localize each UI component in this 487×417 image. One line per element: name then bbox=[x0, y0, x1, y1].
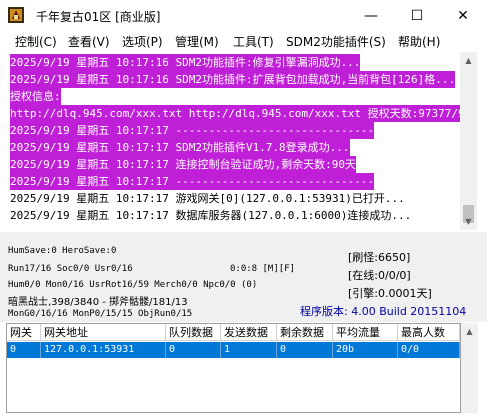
refresh-monsters-label: [刷怪:6650] bbox=[348, 251, 411, 264]
column-header[interactable]: 最高人数 bbox=[398, 324, 460, 341]
log-panel[interactable]: 2025/9/19 星期五 10:17:16 SDM2功能插件:修复引擎漏洞成功… bbox=[6, 52, 460, 230]
menu-sdm2-plugin[interactable]: SDM2功能插件(S) bbox=[286, 33, 386, 50]
window-title: 千年复古01区 [商业版] bbox=[36, 10, 161, 24]
table-cell: 0 bbox=[166, 342, 221, 358]
table-cell: 1 bbox=[221, 342, 277, 358]
table-cell: 0/0 bbox=[398, 342, 460, 358]
close-button[interactable]: ✕ bbox=[440, 0, 486, 31]
menu-tools[interactable]: 工具(T) bbox=[233, 33, 274, 50]
log-line: 授权信息: bbox=[10, 88, 61, 105]
version-label: 程序版本: 4.00 Build 20151104 bbox=[300, 305, 467, 318]
table-cell: 0 bbox=[277, 342, 333, 358]
column-header[interactable]: 发送数据 bbox=[221, 324, 277, 341]
status-run: Run17/16 Soc0/0 Usr0/16 bbox=[8, 264, 133, 274]
menu-view[interactable]: 查看(V) bbox=[68, 33, 110, 50]
menu-options[interactable]: 选项(P) bbox=[122, 33, 163, 50]
engine-days-label: [引擎:0.0001天] bbox=[348, 287, 432, 300]
log-line: 2025/9/19 星期五 10:17:17 连接控制台验证成功,剩余天数:90… bbox=[10, 156, 356, 173]
scroll-up-arrow-icon[interactable]: ▲ bbox=[460, 52, 477, 69]
maximize-button[interactable]: ☐ bbox=[394, 0, 440, 31]
title-bar[interactable]: 千年复古01区 [商业版] — ☐ ✕ bbox=[0, 0, 487, 31]
table-cell: 0 bbox=[7, 342, 41, 358]
column-header[interactable]: 剩余数据 bbox=[277, 324, 333, 341]
gateway-table[interactable]: 网关 网关地址 队列数据 发送数据 剩余数据 平均流量 最高人数 0 127.0… bbox=[6, 323, 461, 413]
menu-help[interactable]: 帮助(H) bbox=[398, 33, 440, 50]
close-icon: ✕ bbox=[457, 7, 469, 24]
column-header[interactable]: 平均流量 bbox=[333, 324, 398, 341]
log-line: 2025/9/19 星期五 10:17:17 数据库服务器(127.0.0.1:… bbox=[10, 209, 412, 222]
table-cell: 127.0.0.1:53931 bbox=[41, 342, 166, 358]
status-monster: 暗黑战士,398/3840 - 掷斧骷髅/181/13 bbox=[8, 297, 188, 308]
scroll-down-arrow-icon[interactable]: ▼ bbox=[460, 213, 477, 230]
table-cell: 20b bbox=[333, 342, 398, 358]
log-line: 2025/9/19 星期五 10:17:16 SDM2功能插件:扩展背包加载成功… bbox=[10, 71, 456, 88]
log-line: 2025/9/19 星期五 10:17:17 游戏网关[0](127.0.0.1… bbox=[10, 192, 405, 205]
status-counts: Hum0/0 Mon0/16 UsrRot16/59 Merch0/0 Npc0… bbox=[8, 280, 258, 290]
log-line: 2025/9/19 星期五 10:17:17 -----------------… bbox=[10, 122, 375, 139]
status-timer: 0:0:8 [M][F] bbox=[230, 264, 296, 274]
online-count-label: [在线:0/0/0] bbox=[348, 269, 411, 282]
log-line: http://dlq.945.com/xxx.txt http://dlq.94… bbox=[10, 105, 460, 122]
log-scrollbar[interactable]: ▲ ▼ bbox=[460, 52, 477, 230]
column-header[interactable]: 网关 bbox=[7, 324, 41, 341]
status-panel: HumSave:0 HeroSave:0 Run17/16 Soc0/0 Usr… bbox=[0, 232, 487, 322]
minimize-icon: — bbox=[364, 7, 378, 24]
column-header[interactable]: 队列数据 bbox=[166, 324, 221, 341]
column-header[interactable]: 网关地址 bbox=[41, 324, 166, 341]
log-line: 2025/9/19 星期五 10:17:17 -----------------… bbox=[10, 173, 375, 190]
menu-bar: 控制(C) 查看(V) 选项(P) 管理(M) 工具(T) SDM2功能插件(S… bbox=[0, 31, 487, 51]
menu-control[interactable]: 控制(C) bbox=[15, 33, 57, 50]
table-row[interactable]: 0 127.0.0.1:53931 0 1 0 20b 0/0 bbox=[7, 342, 460, 358]
app-icon bbox=[8, 7, 24, 23]
table-scrollbar[interactable]: ▲ bbox=[461, 323, 478, 413]
menu-manage[interactable]: 管理(M) bbox=[175, 33, 219, 50]
status-save: HumSave:0 HeroSave:0 bbox=[8, 246, 117, 256]
status-mon-objects: MonG0/16/16 MonP0/15/15 ObjRun0/15 bbox=[8, 309, 193, 319]
scroll-up-arrow-icon[interactable]: ▲ bbox=[461, 323, 478, 340]
log-line: 2025/9/19 星期五 10:17:17 SDM2功能插件V1.7.8登录成… bbox=[10, 139, 350, 156]
minimize-button[interactable]: — bbox=[348, 0, 394, 31]
log-line: 2025/9/19 星期五 10:17:16 SDM2功能插件:修复引擎漏洞成功… bbox=[10, 54, 361, 71]
maximize-icon: ☐ bbox=[410, 7, 424, 24]
